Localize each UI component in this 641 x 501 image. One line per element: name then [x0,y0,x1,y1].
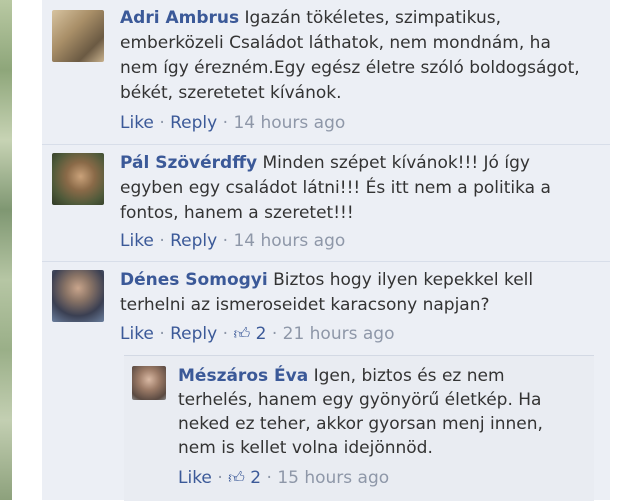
separator: · [271,324,278,344]
comment-body: Pál Szövérdffy Minden szépet kívánok!!! … [120,151,590,226]
comment-author[interactable]: Dénes Somogyi [120,270,268,290]
comment-author[interactable]: Pál Szövérdffy [120,153,257,173]
reply-link[interactable]: Reply [170,324,217,344]
comment-body: Dénes Somogyi Biztos hogy ilyen kepekkel… [120,268,590,318]
comment-actions: Like · Reply · 14 hours ago [120,111,345,135]
reply-body: Mészáros Éva Igen, biztos és ez nem terh… [178,364,578,460]
separator: · [217,468,223,488]
comment-actions: Like · Reply · 14 hours ago [120,229,345,253]
comment-list: Adri Ambrus Igazán tökéletes, szimpatiku… [42,0,610,501]
separator: · [159,324,165,344]
avatar[interactable] [52,10,104,62]
separator: · [222,113,229,133]
like-count[interactable]: 2 [256,324,267,344]
reply-link[interactable]: Reply [170,113,217,133]
reply-timestamp[interactable]: 15 hours ago [277,468,389,488]
avatar[interactable] [132,366,166,400]
comment-author[interactable]: Adri Ambrus [120,8,239,28]
separator: · [222,231,229,251]
like-link[interactable]: Like [120,231,154,251]
like-link[interactable]: Like [120,324,154,344]
thumbs-up-icon[interactable]: 👍︎ [228,466,245,490]
like-link[interactable]: Like [120,113,154,133]
separator: · [159,113,165,133]
comment-actions: Like · Reply · 👍︎ 2 · 21 hours ago [120,322,394,346]
comment: Pál Szövérdffy Minden szépet kívánok!!! … [42,145,610,262]
reply-actions: Like · 👍︎ 2 · 15 hours ago [178,466,389,490]
separator: · [222,324,229,344]
reply-thread: Mészáros Éva Igen, biztos és ez nem terh… [124,355,594,501]
thumbs-up-icon[interactable]: 👍︎ [233,322,250,346]
separator: · [159,231,165,251]
comment-timestamp[interactable]: 21 hours ago [283,324,395,344]
like-link[interactable]: Like [178,468,212,488]
comment-timestamp[interactable]: 14 hours ago [233,113,345,133]
background-photo-edge [0,0,12,500]
comment-timestamp[interactable]: 14 hours ago [233,231,345,251]
reply-author[interactable]: Mészáros Éva [178,366,308,386]
like-count[interactable]: 2 [250,468,261,488]
comment: Adri Ambrus Igazán tökéletes, szimpatiku… [42,0,610,145]
avatar[interactable] [52,270,104,322]
separator: · [266,468,272,488]
reply-link[interactable]: Reply [170,231,217,251]
comment-body: Adri Ambrus Igazán tökéletes, szimpatiku… [120,6,590,106]
avatar[interactable] [52,153,104,205]
